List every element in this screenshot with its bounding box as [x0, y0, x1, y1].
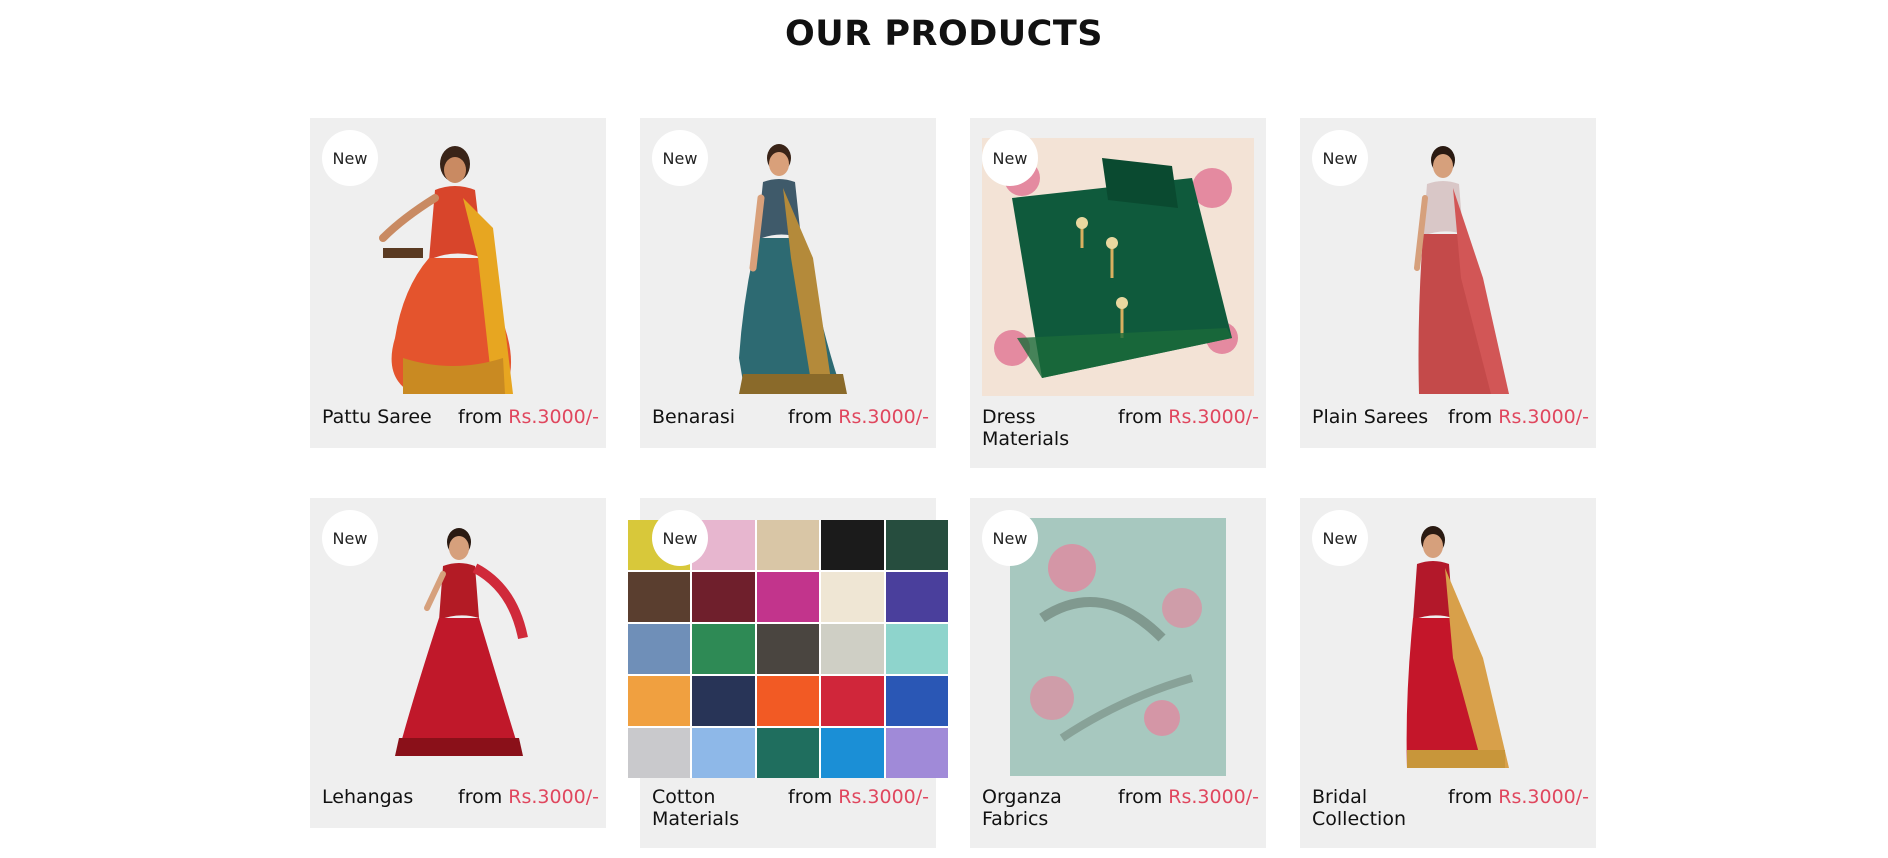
- fabric-swatch: [628, 624, 691, 674]
- fabric-swatch: [628, 676, 691, 726]
- fabric-swatch: [821, 728, 884, 778]
- fabric-swatch: [885, 624, 948, 674]
- new-badge: New: [1312, 130, 1368, 186]
- product-card-dress-materials[interactable]: New Dress Materials from Rs.3000/-: [970, 118, 1266, 468]
- fabric-swatch: [885, 728, 948, 778]
- new-badge: New: [982, 510, 1038, 566]
- fabric-swatch: [692, 624, 755, 674]
- product-card-bridal-collection[interactable]: New Bridal Collection from Rs.3000/-: [1300, 498, 1596, 848]
- product-price: from Rs.3000/-: [1448, 406, 1594, 428]
- price-amount: Rs.3000/-: [1168, 786, 1260, 808]
- product-price: from Rs.3000/-: [1118, 786, 1264, 808]
- from-label: from: [1118, 786, 1163, 808]
- product-name[interactable]: Benarasi: [652, 406, 792, 428]
- fabric-swatch: [756, 624, 820, 674]
- product-grid: New Pattu Saree from Rs.3000/- New Benar…: [0, 0, 1888, 858]
- product-price: from Rs.3000/-: [1118, 406, 1264, 428]
- product-price: from Rs.3000/-: [788, 786, 934, 808]
- fabric-swatch: [885, 572, 948, 622]
- fabric-swatch: [885, 520, 948, 570]
- fabric-swatch: [756, 676, 820, 726]
- price-amount: Rs.3000/-: [1498, 786, 1590, 808]
- new-badge: New: [322, 510, 378, 566]
- product-card-organza-fabrics[interactable]: New Organza Fabrics from Rs.3000/-: [970, 498, 1266, 848]
- price-amount: Rs.3000/-: [838, 786, 930, 808]
- fabric-swatch: [692, 676, 755, 726]
- new-badge: New: [982, 130, 1038, 186]
- fabric-swatch: [821, 624, 884, 674]
- fabric-swatch: [821, 676, 884, 726]
- price-amount: Rs.3000/-: [1498, 406, 1590, 428]
- fabric-swatch: [756, 520, 820, 570]
- fabric-swatch: [756, 572, 820, 622]
- fabric-swatch: [692, 572, 755, 622]
- from-label: from: [788, 786, 833, 808]
- fabric-swatch: [821, 520, 884, 570]
- fabric-swatch: [628, 728, 691, 778]
- from-label: from: [1118, 406, 1163, 428]
- product-price: from Rs.3000/-: [788, 406, 934, 428]
- product-card-cotton-materials[interactable]: New Cotton Materials from Rs.3000/-: [628, 498, 948, 848]
- new-badge: New: [322, 130, 378, 186]
- fabric-swatch: [821, 572, 884, 622]
- product-card-pattu-saree[interactable]: New Pattu Saree from Rs.3000/-: [310, 118, 606, 448]
- product-price: from Rs.3000/-: [1448, 786, 1594, 808]
- product-price: from Rs.3000/-: [458, 786, 604, 808]
- from-label: from: [458, 786, 503, 808]
- product-card-plain-sarees[interactable]: New Plain Sarees from Rs.3000/-: [1300, 118, 1596, 448]
- from-label: from: [1448, 786, 1493, 808]
- new-badge: New: [1312, 510, 1368, 566]
- from-label: from: [788, 406, 833, 428]
- product-name[interactable]: Plain Sarees: [1312, 406, 1452, 428]
- product-card-lehangas[interactable]: New Lehangas from Rs.3000/-: [310, 498, 606, 828]
- new-badge: New: [652, 130, 708, 186]
- product-name[interactable]: Pattu Saree: [322, 406, 462, 428]
- price-amount: Rs.3000/-: [508, 406, 600, 428]
- price-amount: Rs.3000/-: [1168, 406, 1260, 428]
- fabric-swatch: [885, 676, 948, 726]
- fabric-swatch: [756, 728, 820, 778]
- product-price: from Rs.3000/-: [458, 406, 604, 428]
- new-badge: New: [652, 510, 708, 566]
- product-name[interactable]: Lehangas: [322, 786, 462, 808]
- product-name[interactable]: Dress Materials: [982, 406, 1122, 450]
- fabric-swatch: [692, 728, 755, 778]
- from-label: from: [1448, 406, 1493, 428]
- from-label: from: [458, 406, 503, 428]
- product-name[interactable]: Bridal Collection: [1312, 786, 1452, 830]
- product-card-benarasi[interactable]: New Benarasi from Rs.3000/-: [640, 118, 936, 448]
- product-name[interactable]: Organza Fabrics: [982, 786, 1122, 830]
- price-amount: Rs.3000/-: [838, 406, 930, 428]
- product-name[interactable]: Cotton Materials: [652, 786, 792, 830]
- fabric-swatch: [628, 572, 691, 622]
- price-amount: Rs.3000/-: [508, 786, 600, 808]
